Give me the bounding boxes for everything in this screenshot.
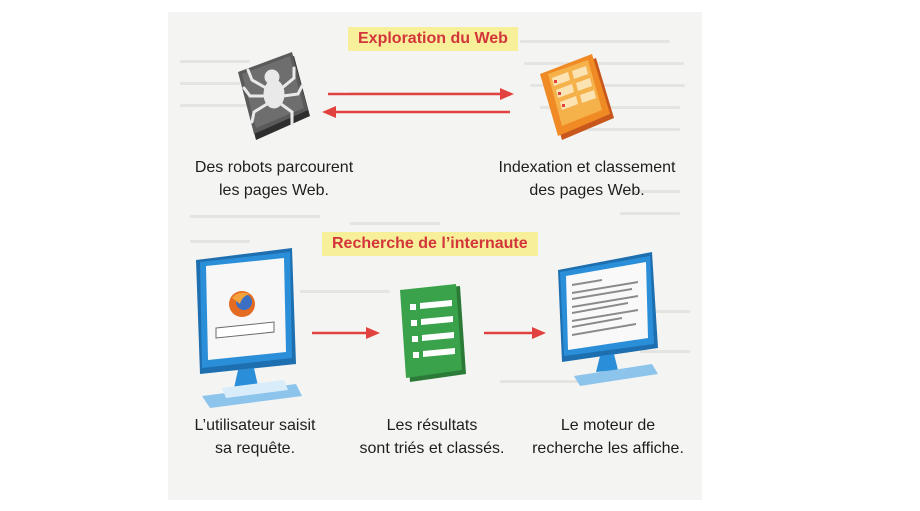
results-monitor-icon xyxy=(558,252,658,386)
indexation-caption: Indexation et classement des pages Web. xyxy=(498,159,676,199)
index-document-icon xyxy=(540,54,614,140)
results-sorted-caption: Les résultats sont triés et classés. xyxy=(359,417,505,457)
browser-monitor-icon xyxy=(196,248,302,408)
robots-caption: Des robots parcourent les pages Web. xyxy=(194,159,354,199)
arrow-request-to-results xyxy=(312,327,380,339)
arrow-results-to-display xyxy=(484,327,546,339)
exploration-arrows xyxy=(322,88,514,118)
engine-display-caption: Le moteur de recherche les affiche. xyxy=(532,417,684,457)
section2-title: Recherche de l’internaute xyxy=(322,232,538,256)
user-query-caption: L’utilisateur saisit sa requête. xyxy=(194,417,316,457)
spider-robot-icon xyxy=(238,52,310,140)
section1-title: Exploration du Web xyxy=(348,27,518,51)
results-list-icon xyxy=(400,284,466,382)
